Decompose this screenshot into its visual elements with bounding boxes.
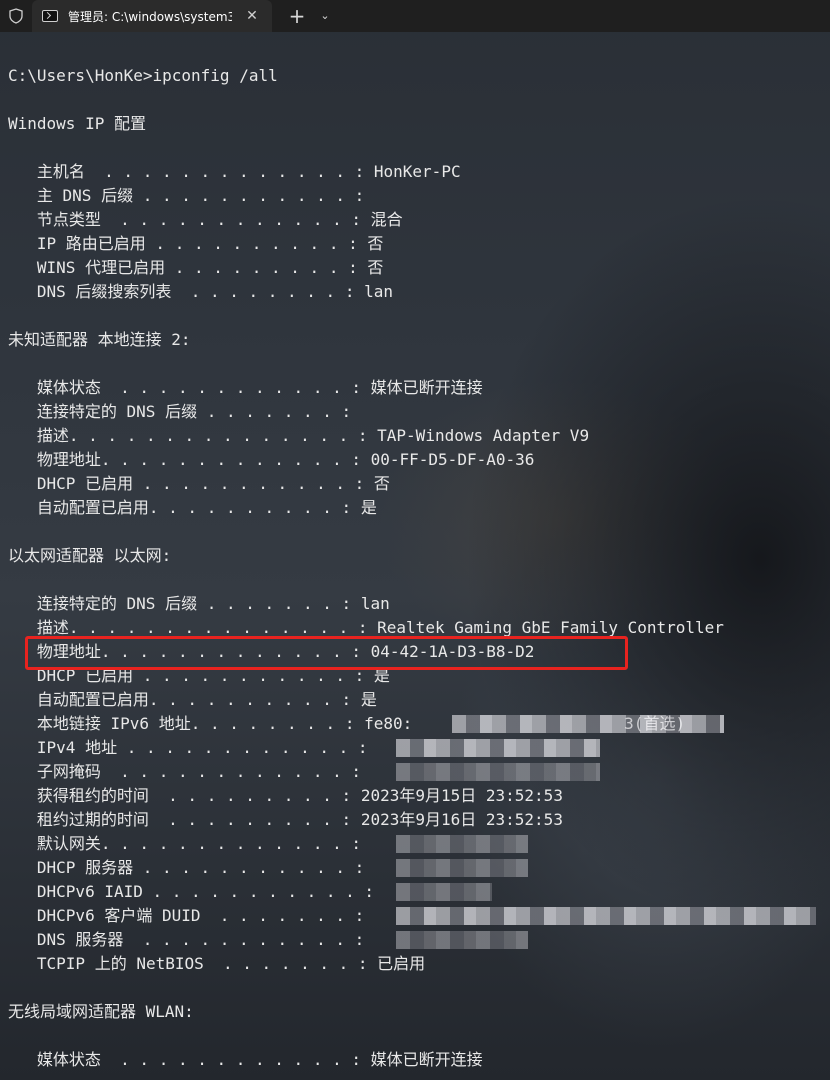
redacted-ipv4 xyxy=(396,739,600,757)
output-line: 描述. . . . . . . . . . . . . . . : TAP-Wi… xyxy=(8,426,590,445)
cmd-terminal-icon xyxy=(42,10,58,22)
command-prompt: C:\Users\HonKe>ipconfig /all xyxy=(8,66,278,85)
redacted-dhcpv6-duid xyxy=(396,907,816,925)
output-line: 连接特定的 DNS 后缀 . . . . . . . : lan xyxy=(8,594,390,613)
output-line: 子网掩码 . . . . . . . . . . . . : xyxy=(8,762,361,781)
redacted-gateway xyxy=(396,835,528,853)
redacted-dhcp-server xyxy=(396,859,528,877)
physical-address-highlight xyxy=(25,636,628,670)
output-line: 默认网关. . . . . . . . . . . . . : xyxy=(8,834,361,853)
output-line: 媒体状态 . . . . . . . . . . . . : 媒体已断开连接 xyxy=(8,378,483,397)
output-line: DNS 服务器 . . . . . . . . . . . : xyxy=(8,930,365,949)
output-line: 获得租约的时间 . . . . . . . . . : 2023年9月15日 2… xyxy=(8,786,563,805)
tab-title: 管理员: C:\windows\system32\ xyxy=(68,9,232,24)
redacted-dhcpv6-iaid xyxy=(396,883,492,901)
redacted-subnet-mask xyxy=(396,763,600,781)
terminal-output[interactable]: C:\Users\HonKe>ipconfig /all Windows IP … xyxy=(0,32,830,1080)
output-line: 媒体状态 . . . . . . . . . . . . : 媒体已断开连接 xyxy=(8,1050,483,1069)
output-line: 租约过期的时间 . . . . . . . . . : 2023年9月16日 2… xyxy=(8,810,563,829)
output-line: DHCPv6 客户端 DUID . . . . . . . : xyxy=(8,906,365,925)
new-tab-button[interactable]: + xyxy=(280,0,314,32)
output-line: 连接特定的 DNS 后缀 . . . . . . . : xyxy=(8,402,352,421)
output-line: 节点类型 . . . . . . . . . . . . : 混合 xyxy=(8,210,403,229)
close-tab-button[interactable]: ✕ xyxy=(244,8,260,24)
shield-icon xyxy=(0,0,32,32)
windows-ip-header: Windows IP 配置 xyxy=(8,114,146,133)
tab-dropdown-button[interactable]: ⌄ xyxy=(314,0,336,32)
output-line: DNS 后缀搜索列表 . . . . . . . . : lan xyxy=(8,282,393,301)
output-line: 主 DNS 后缀 . . . . . . . . . . . : xyxy=(8,186,365,205)
tab-admin-cmd[interactable]: 管理员: C:\windows\system32\ ✕ xyxy=(32,0,272,32)
wlan-header: 无线局域网适配器 WLAN: xyxy=(8,1002,194,1021)
output-line: IP 路由已启用 . . . . . . . . . . : 否 xyxy=(8,234,384,253)
output-line: DHCPv6 IAID . . . . . . . . . . . : xyxy=(8,882,375,901)
output-line: IPv4 地址 . . . . . . . . . . . . : xyxy=(8,738,368,757)
output-line: WINS 代理已启用 . . . . . . . . . : 否 xyxy=(8,258,384,277)
output-line: DHCP 已启用 . . . . . . . . . . . : 否 xyxy=(8,474,390,493)
ethernet-header: 以太网适配器 以太网: xyxy=(8,546,172,565)
title-bar: 管理员: C:\windows\system32\ ✕ + ⌄ xyxy=(0,0,830,32)
output-line: 主机名 . . . . . . . . . . . . . : HonKer-P… xyxy=(8,162,461,181)
output-line: TCPIP 上的 NetBIOS . . . . . . . : 已启用 xyxy=(8,954,426,973)
redacted-dns-server xyxy=(396,931,528,949)
redacted-ipv6 xyxy=(452,715,724,733)
adapter2-header: 未知适配器 本地连接 2: xyxy=(8,330,191,349)
terminal-window: 管理员: C:\windows\system32\ ✕ + ⌄ C:\Users… xyxy=(0,0,830,1080)
output-line: DHCP 服务器 . . . . . . . . . . . : xyxy=(8,858,365,877)
output-line: 物理地址. . . . . . . . . . . . . : 00-FF-D5… xyxy=(8,450,535,469)
output-line: 自动配置已启用. . . . . . . . . . : 是 xyxy=(8,690,377,709)
output-line: 自动配置已启用. . . . . . . . . . : 是 xyxy=(8,498,377,517)
